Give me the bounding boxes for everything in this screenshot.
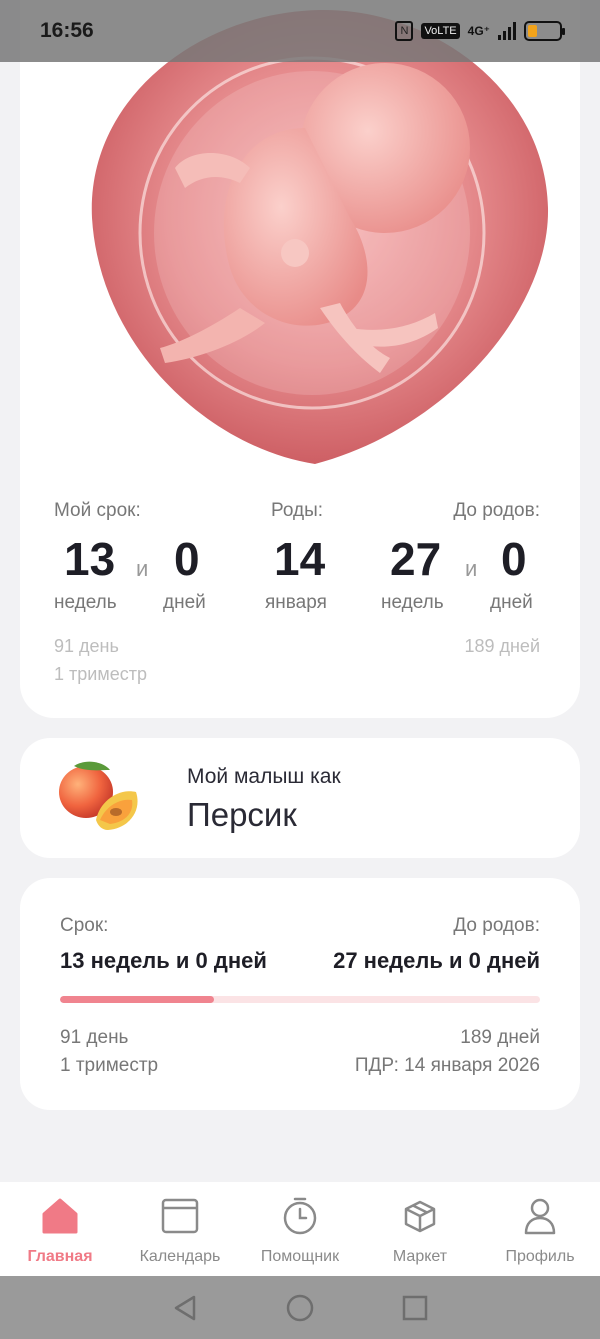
calendar-icon: [161, 1198, 199, 1234]
status-icons: N VoLTE 4G⁺: [395, 21, 565, 41]
bottom-tab-bar: Главная Календарь Помощник Маркет Профил…: [0, 1182, 600, 1276]
progress-right-info: 189 дней ПДР: 14 января 2026: [355, 1024, 540, 1080]
my-days-value: 0: [174, 533, 200, 585]
birth-heading: Роды:: [271, 500, 324, 521]
days-left: 189 дней: [460, 1027, 540, 1048]
trimester: 1 триместр: [54, 664, 147, 684]
tab-label: Календарь: [139, 1248, 221, 1265]
network-type-icon: 4G⁺: [467, 24, 490, 38]
days-unit: дней: [490, 592, 533, 613]
tab-calendar[interactable]: Календарь: [120, 1182, 240, 1276]
box-icon: [404, 1200, 436, 1233]
days-left: 189 дней: [464, 636, 540, 656]
profile-icon: [524, 1198, 556, 1235]
baby-size-card[interactable]: Мой малыш как Персик: [20, 738, 580, 858]
term-numbers: 13 и 0 14 27 и 0: [54, 532, 540, 592]
battery-icon: [524, 21, 565, 41]
term-label: Срок:: [60, 915, 109, 936]
term-units: недель дней января недель дней: [54, 592, 540, 620]
baby-fruit-name: Персик: [187, 796, 297, 833]
until-weeks-value: 27: [390, 533, 442, 585]
tab-label: Маркет: [392, 1248, 448, 1265]
my-weeks-value: 13: [64, 533, 116, 585]
term-value: 13 недель и 0 дней: [60, 948, 267, 973]
tab-market[interactable]: Маркет: [360, 1182, 480, 1276]
tab-assistant[interactable]: Помощник: [240, 1182, 360, 1276]
progress-values: 13 недель и 0 дней 27 недель и 0 дней: [60, 948, 540, 974]
status-bar: 16:56 N VoLTE 4G⁺: [0, 0, 600, 62]
progress-card: Срок: До родов: 13 недель и 0 дней 27 не…: [20, 878, 580, 1110]
until-value: 27 недель и 0 дней: [333, 948, 540, 973]
my-term-heading: Мой срок:: [54, 500, 141, 521]
tab-home[interactable]: Главная: [0, 1182, 120, 1276]
peach-icon: [59, 761, 138, 830]
home-icon: [42, 1198, 78, 1234]
days-unit: дней: [163, 592, 206, 613]
baby-size-label: Мой малыш как: [187, 765, 341, 788]
nfc-icon: N: [395, 21, 414, 41]
progress-headers: Срок: До родов:: [60, 915, 540, 937]
until-days-value: 0: [501, 533, 527, 585]
back-icon[interactable]: [172, 1294, 198, 1322]
term-extra: 91 день 1 триместр 189 дней: [54, 632, 540, 688]
status-time: 16:56: [40, 19, 94, 42]
tab-profile[interactable]: Профиль: [480, 1182, 600, 1276]
month-unit: января: [265, 592, 327, 613]
tab-label: Главная: [27, 1248, 93, 1265]
recents-icon[interactable]: [402, 1295, 428, 1321]
term-summary: Мой срок: Роды: До родов: 13 и 0 14 27 и…: [54, 500, 540, 684]
embryo-illustration: [91, 9, 549, 464]
and-word: и: [465, 556, 478, 581]
due-date: ПДР: 14 января 2026: [354, 1055, 540, 1076]
weeks-unit: недель: [54, 592, 117, 613]
until-birth-heading: До родов:: [453, 500, 540, 521]
tab-label: Профиль: [505, 1248, 575, 1265]
volte-icon: VoLTE: [421, 23, 460, 39]
and-word: и: [136, 556, 149, 581]
signal-icon: [498, 22, 516, 40]
birth-day-value: 14: [274, 533, 326, 585]
progress-bar: [60, 996, 540, 1003]
term-headers: Мой срок: Роды: До родов:: [54, 500, 540, 522]
tab-label: Помощник: [260, 1248, 340, 1265]
progress-bar-fill: [60, 996, 214, 1003]
battery-level: [528, 25, 537, 37]
weeks-unit: недель: [381, 592, 444, 613]
timer-icon: [283, 1197, 317, 1235]
progress-footer: 91 день 1 триместр 189 дней ПДР: 14 янва…: [60, 1024, 540, 1080]
home-circle-icon[interactable]: [286, 1294, 314, 1322]
until-label: До родов:: [453, 915, 540, 936]
pregnancy-card: Мой срок: Роды: До родов: 13 и 0 14 27 и…: [20, 0, 580, 718]
system-nav-bar: [0, 1276, 600, 1339]
